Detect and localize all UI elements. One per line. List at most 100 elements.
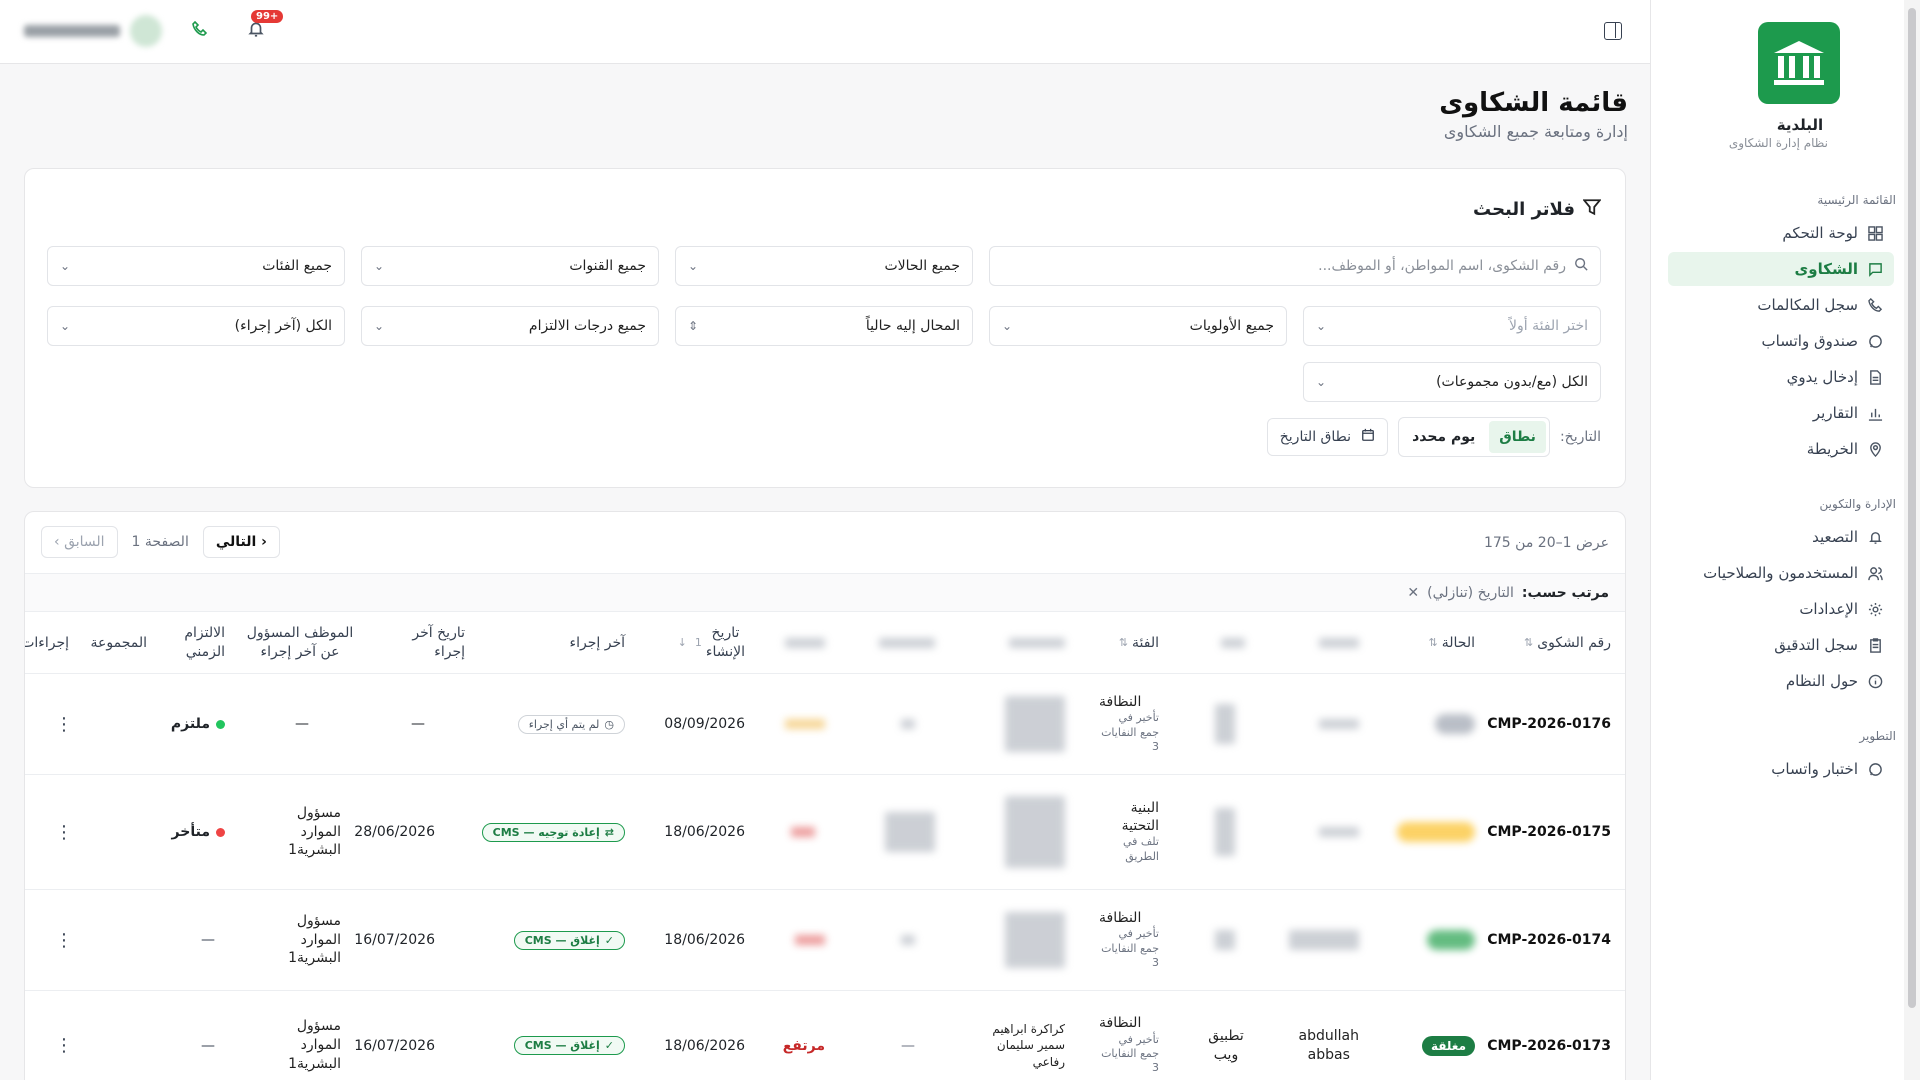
sla-status: متأخر (172, 775, 225, 889)
users-icon (1866, 564, 1884, 582)
last-action-pill: ✓ إغلاق — CMS (513, 1036, 625, 1055)
municipality-building-icon (1758, 22, 1840, 104)
last-action-text: لم يتم أي إجراء (528, 717, 600, 731)
last-action-pill: ⇄ إعادة توجيه — CMS (481, 822, 625, 842)
th-blurred (879, 612, 935, 674)
status-select[interactable]: جميع الحالات ⌄ (675, 246, 973, 286)
nav-item-about[interactable]: حول النظام (1668, 664, 1894, 698)
dashboard-icon (1866, 224, 1884, 242)
categories-select[interactable]: جميع الفئات ⌄ (47, 246, 345, 286)
scrollbar-thumb[interactable] (1908, 8, 1916, 1008)
complaint-id[interactable]: CMP-2026-0175 (1487, 775, 1611, 889)
sla-text: متأخر (171, 824, 210, 840)
th-citizen-blurred (1319, 612, 1359, 674)
row-actions-icon[interactable]: ⋮ (55, 775, 73, 889)
nav-item-label: سجل المكالمات (1757, 296, 1858, 314)
row-actions-icon[interactable]: ⋮ (55, 674, 73, 774)
table-row[interactable]: CMP-2026-0173 مغلقة abdullah abbas تطبيق… (25, 991, 1625, 1080)
compliance-select[interactable]: جميع درجات الالتزام ⌄ (361, 306, 659, 346)
nav-item-manual-entry[interactable]: إدخال يدوي (1668, 360, 1894, 394)
sidebar-toggle-icon[interactable] (1604, 22, 1622, 40)
complaint-id[interactable]: CMP-2026-0173 (1487, 991, 1611, 1080)
date-day-tab[interactable]: يوم محدد (1402, 421, 1485, 453)
phone-icon[interactable] (192, 20, 208, 41)
th-created[interactable]: تاريخ الإنشاء 1 ↓ (675, 612, 745, 674)
th-sla: الالتزام الزمني (155, 612, 225, 674)
date-range-tab[interactable]: نطاق (1489, 421, 1546, 453)
nav-item-whatsapp-test[interactable]: اختبار واتساب (1668, 752, 1894, 786)
row-actions-icon[interactable]: ⋮ (55, 890, 73, 990)
th-actions: إجراءات (24, 612, 69, 674)
map-pin-icon (1866, 440, 1884, 458)
nav-item-escalation[interactable]: التصعيد (1668, 520, 1894, 554)
page-title: قائمة الشكاوى (1439, 88, 1628, 118)
date-range-label: نطاق التاريخ (1279, 429, 1352, 445)
assigned-select[interactable]: المحال إليه حالياً ⇕ (675, 306, 973, 346)
complaint-id[interactable]: CMP-2026-0174 (1487, 890, 1611, 990)
sort-indicator: مرتب حسب: التاريخ (تنازلي) ✕ (25, 574, 1625, 612)
last-action-cell: ◷ لم يتم أي إجراء (517, 674, 625, 774)
blurred-cell (885, 775, 935, 889)
subcategory-name: تأخير في جمع النفايات 3 (1101, 1032, 1159, 1075)
chevron-down-icon: ⌄ (1316, 375, 1327, 389)
message-icon (1866, 260, 1884, 278)
subcategory-select-value: اختر الفئة أولاً (1509, 318, 1588, 334)
nav-section-dev: التطوير (1859, 729, 1896, 743)
th-status[interactable]: الحالة ⇅ (1425, 612, 1475, 674)
row-actions-icon[interactable]: ⋮ (55, 991, 73, 1080)
th-label: تاريخ الإنشاء (705, 625, 745, 660)
prev-page-button[interactable]: السابق › (41, 526, 118, 558)
nav-item-whatsapp-inbox[interactable]: صندوق واتساب (1668, 324, 1894, 358)
nav-item-call-log[interactable]: سجل المكالمات (1668, 288, 1894, 322)
th-category[interactable]: الفئة ⇅ (1115, 612, 1159, 674)
user-profile[interactable] (24, 15, 162, 47)
notifications-bell-icon[interactable] (247, 20, 265, 42)
sort-index: 1 (694, 635, 702, 649)
clear-sort-icon[interactable]: ✕ (1407, 585, 1419, 601)
last-action-select[interactable]: الكل (آخر إجراء) ⌄ (47, 306, 345, 346)
priorities-select[interactable]: جميع الأولويات ⌄ (989, 306, 1287, 346)
category-cell: البنية التحتية تلف في الطريق (1109, 775, 1159, 889)
th-label: الحالة (1441, 634, 1475, 651)
sla-dot (216, 827, 225, 837)
th-complaint-id[interactable]: رقم الشكوى ⇅ (1520, 612, 1611, 674)
complaint-id[interactable]: CMP-2026-0176 (1487, 674, 1611, 774)
next-page-button[interactable]: ‹ التالي (202, 526, 280, 558)
nav-item-reports[interactable]: التقارير (1668, 396, 1894, 430)
date-range-button[interactable]: نطاق التاريخ (1266, 418, 1389, 456)
check-circle-icon: ✓ (604, 933, 614, 947)
prev-label: السابق (64, 534, 105, 550)
subcategory-select[interactable]: اختر الفئة أولاً ⌄ (1303, 306, 1601, 346)
nav-item-dashboard[interactable]: لوحة التحكم (1668, 216, 1894, 250)
complaints-table-card: عرض 1–20 من 175 ‹ التالي الصفحة 1 السابق… (24, 511, 1626, 1080)
th-label: المجموعة (90, 634, 147, 651)
sort-value: التاريخ (تنازلي) (1427, 584, 1514, 601)
responsible: — (295, 716, 309, 732)
created-date: 18/06/2026 (664, 1037, 745, 1054)
table-row[interactable]: CMP-2026-0175 البنية التحتية تلف في الطر… (25, 775, 1625, 890)
groups-select[interactable]: الكل (مع/بدون مجموعات) ⌄ (1303, 362, 1601, 402)
last-action-text: إغلاق — CMS (524, 1039, 600, 1052)
channels-select[interactable]: جميع القنوات ⌄ (361, 246, 659, 286)
chevron-updown-icon: ⇕ (688, 319, 699, 333)
sla-status: ملتزم (171, 674, 225, 774)
nav-item-map[interactable]: الخريطة (1668, 432, 1894, 466)
th-label: إجراءات (24, 634, 69, 651)
sort-arrows-icon: ⇅ (1523, 635, 1534, 649)
sidebar: البلدية نظام إدارة الشكاوى القائمة الرئي… (1650, 0, 1920, 1080)
table-row[interactable]: CMP-2026-0174 النظافة تأخير في جمع النفا… (25, 890, 1625, 991)
sidebar-scrollbar[interactable] (1904, 0, 1920, 1080)
th-channel-blurred (1221, 612, 1245, 674)
priority: مرتفع (782, 1037, 825, 1054)
table-row[interactable]: CMP-2026-0176 النظافة تأخير في جمع النفا… (25, 674, 1625, 775)
nav-item-users-permissions[interactable]: المستخدمون والصلاحيات (1668, 556, 1894, 590)
nav-item-label: لوحة التحكم (1782, 224, 1858, 242)
nav-item-settings[interactable]: الإعدادات (1668, 592, 1894, 626)
status-badge (1427, 890, 1475, 990)
assigned-select-value: المحال إليه حالياً (865, 318, 960, 334)
category-cell: النظافة تأخير في جمع النفايات 3 (1099, 991, 1159, 1080)
search-input[interactable]: رقم الشكوى، اسم المواطن، أو الموظف... (989, 246, 1601, 286)
calendar-icon (1361, 428, 1375, 446)
nav-item-complaints[interactable]: الشكاوى (1668, 252, 1894, 286)
nav-item-audit-log[interactable]: سجل التدقيق (1668, 628, 1894, 662)
